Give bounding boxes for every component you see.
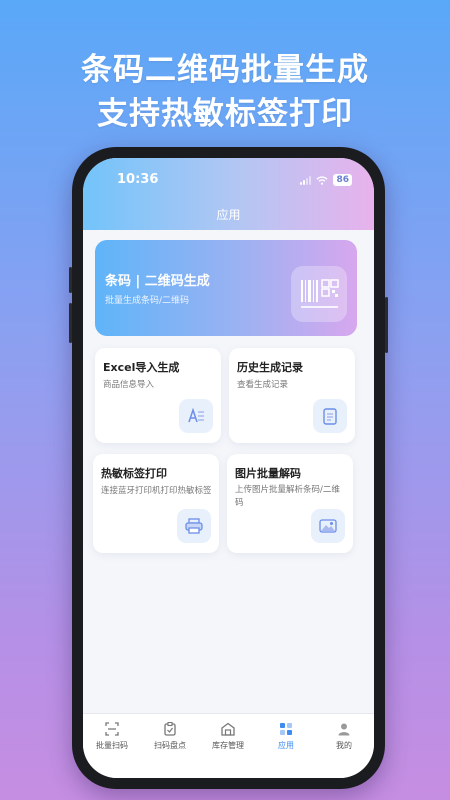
tab-apps[interactable]: 应用	[257, 722, 315, 751]
scan-icon	[105, 722, 119, 736]
power-button	[385, 297, 388, 353]
barcode-generate-banner[interactable]: 条码 | 二维码生成 批量生成条码/二维码	[95, 240, 357, 336]
status-icons: 86	[300, 174, 352, 186]
tab-label: 我的	[336, 741, 352, 750]
card-title: Excel导入生成	[103, 361, 180, 374]
top-bar: 10:36 86 应用	[83, 158, 374, 230]
tab-profile[interactable]: 我的	[315, 722, 373, 751]
banner-title: 条码 | 二维码生成	[105, 274, 210, 289]
tab-label: 应用	[278, 741, 294, 750]
signal-icon	[300, 175, 312, 185]
profile-icon	[338, 723, 350, 736]
bottom-tab-bar: 批量扫码 扫码盘点 库存管理 应用 我的	[83, 713, 374, 778]
volume-down-button	[69, 303, 72, 343]
headline-line-1: 条码二维码批量生成	[81, 52, 369, 88]
wifi-icon	[316, 175, 328, 185]
card-subtitle: 商品信息导入	[103, 380, 155, 390]
card-title: 图片批量解码	[235, 467, 301, 480]
tab-label: 批量扫码	[96, 741, 128, 750]
clipboard-icon	[164, 722, 176, 736]
tab-label: 库存管理	[212, 741, 244, 750]
document-icon	[313, 399, 347, 433]
card-title: 热敏标签打印	[101, 467, 167, 480]
card-subtitle: 查看生成记录	[237, 380, 289, 390]
battery-icon: 86	[333, 174, 352, 186]
card-title: 历史生成记录	[237, 361, 303, 374]
tab-batch-scan[interactable]: 批量扫码	[83, 722, 141, 751]
status-time: 10:36	[117, 172, 159, 187]
apps-icon	[280, 723, 292, 735]
tab-scan-inventory[interactable]: 扫码盘点	[141, 722, 199, 751]
warehouse-icon	[221, 722, 235, 736]
tab-stock-management[interactable]: 库存管理	[199, 722, 257, 751]
card-thermal-print[interactable]: 热敏标签打印 连接蓝牙打印机打印热敏标签	[93, 454, 219, 553]
banner-subtitle: 批量生成条码/二维码	[105, 296, 190, 306]
phone-frame: 10:36 86 应用 条码 | 二维码生成 批量生成条码/二维码 Excel导…	[69, 147, 388, 789]
tab-label: 扫码盘点	[154, 741, 186, 750]
card-subtitle: 连接蓝牙打印机打印热敏标签	[101, 486, 212, 496]
phone-screen: 10:36 86 应用 条码 | 二维码生成 批量生成条码/二维码 Excel导…	[83, 158, 374, 778]
barcode-qr-icon	[291, 266, 347, 322]
headline-line-2: 支持热敏标签打印	[97, 96, 353, 132]
volume-up-button	[69, 267, 72, 293]
text-import-icon	[179, 399, 213, 433]
printer-icon	[177, 509, 211, 543]
card-excel-import[interactable]: Excel导入生成 商品信息导入	[95, 348, 221, 443]
page-title: 应用	[216, 208, 241, 222]
image-icon	[311, 509, 345, 543]
card-subtitle: 上传图片批量解析条码/二维码	[235, 485, 340, 508]
card-history[interactable]: 历史生成记录 查看生成记录	[229, 348, 355, 443]
card-image-decode[interactable]: 图片批量解码 上传图片批量解析条码/二维码	[227, 454, 353, 553]
